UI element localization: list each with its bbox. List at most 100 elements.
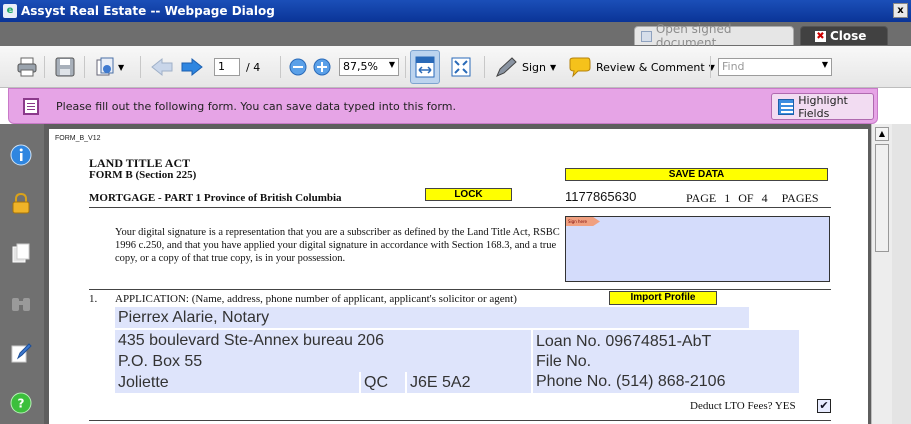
deduct-lto-label: Deduct LTO Fees? YES bbox=[690, 400, 796, 412]
city-field[interactable]: Joliette bbox=[115, 372, 359, 393]
banner-message: Please fill out the following form. You … bbox=[56, 100, 456, 113]
zoom-out-icon bbox=[289, 58, 307, 76]
mortgage-heading: MORTGAGE - PART 1 Province of British Co… bbox=[89, 192, 342, 204]
pages-icon[interactable] bbox=[10, 242, 32, 264]
chevron-down-icon: ▼ bbox=[118, 62, 125, 72]
chevron-down-icon: ▼ bbox=[550, 62, 557, 72]
document-icon bbox=[641, 30, 652, 42]
svg-text:?: ? bbox=[18, 397, 25, 411]
of-word: OF bbox=[738, 191, 754, 205]
window-close-button[interactable]: x bbox=[893, 3, 908, 18]
application-label: APPLICATION: (Name, address, phone numbe… bbox=[115, 293, 517, 305]
previous-page-button[interactable] bbox=[150, 54, 174, 80]
arrow-right-icon bbox=[181, 57, 203, 77]
chevron-down-icon: ▼ bbox=[388, 60, 395, 69]
highlight-fields-icon bbox=[778, 98, 795, 115]
save-data-button[interactable]: SAVE DATA bbox=[565, 168, 828, 181]
close-icon: ✖ bbox=[815, 30, 826, 42]
scroll-thumb[interactable] bbox=[875, 144, 889, 252]
form-subtitle: FORM B (Section 225) bbox=[89, 169, 197, 181]
phone-number-field[interactable]: Phone No. (514) 868-2106 bbox=[533, 372, 799, 393]
postal-code-field[interactable]: J6E 5A2 bbox=[407, 372, 531, 393]
edit-form-icon[interactable] bbox=[10, 342, 32, 364]
review-comment-button[interactable]: Review & Comment ▼ bbox=[568, 54, 715, 80]
find-input[interactable]: Find ▼ bbox=[718, 58, 832, 76]
toolbar-separator bbox=[44, 56, 45, 78]
save-icon bbox=[55, 57, 75, 77]
highlight-fields-button[interactable]: Highlight Fields bbox=[771, 93, 874, 120]
page-of-pages: PAGE 1 OF 4 PAGES bbox=[686, 191, 819, 206]
review-comment-label: Review & Comment bbox=[596, 60, 705, 74]
toolbar-separator bbox=[405, 56, 406, 78]
left-navigation-rail: ? bbox=[0, 124, 44, 424]
toolbar-separator bbox=[84, 56, 85, 78]
deduct-lto-checkbox[interactable]: ✔ bbox=[817, 399, 831, 413]
window-title: Assyst Real Estate -- Webpage Dialog bbox=[21, 4, 275, 18]
comment-icon bbox=[569, 57, 591, 78]
fit-width-icon bbox=[415, 56, 435, 78]
lock-button[interactable]: LOCK bbox=[425, 188, 512, 201]
chevron-down-icon: ▼ bbox=[821, 60, 828, 69]
applicant-name-field[interactable]: Pierrex Alarie, Notary bbox=[115, 307, 749, 328]
binoculars-icon[interactable] bbox=[10, 292, 32, 314]
lock-icon[interactable] bbox=[10, 192, 32, 214]
fit-page-icon bbox=[451, 57, 471, 77]
right-gutter bbox=[892, 124, 911, 424]
province-field[interactable]: QC bbox=[361, 372, 405, 393]
document-number: 1177865630 bbox=[565, 189, 637, 204]
pages-word: PAGES bbox=[781, 191, 819, 205]
page-number-input[interactable]: 1 bbox=[214, 58, 240, 76]
pdf-toolbar: ▼ 1 / 4 87,5% ▼ Sign ▼ Review & Comment … bbox=[0, 46, 911, 88]
highlight-fields-label: Highlight Fields bbox=[798, 93, 848, 120]
fit-width-button[interactable] bbox=[410, 50, 440, 84]
form-id: FORM_B_V12 bbox=[55, 135, 101, 142]
pen-icon bbox=[496, 57, 517, 77]
next-page-button[interactable] bbox=[180, 54, 204, 80]
find-placeholder: Find bbox=[722, 60, 745, 73]
signature-statement: Your digital signature is a representati… bbox=[115, 227, 560, 264]
zoom-in-button[interactable] bbox=[312, 54, 332, 80]
divider bbox=[89, 207, 831, 208]
toolbar-separator bbox=[140, 56, 141, 78]
info-icon[interactable] bbox=[10, 144, 32, 166]
app-icon: e bbox=[3, 4, 17, 18]
zoom-value: 87,5% bbox=[343, 60, 378, 73]
page-word: PAGE bbox=[686, 191, 717, 205]
open-signed-document-tab[interactable]: Open signed document bbox=[634, 22, 794, 50]
vertical-scrollbar[interactable]: ▲ bbox=[871, 124, 892, 424]
total-pages: 4 bbox=[761, 191, 768, 205]
divider bbox=[89, 289, 831, 290]
zoom-out-button[interactable] bbox=[288, 54, 308, 80]
form-fill-banner: Please fill out the following form. You … bbox=[8, 88, 878, 124]
zoom-in-icon bbox=[313, 58, 331, 76]
toolbar-separator bbox=[280, 56, 281, 78]
close-label: Close bbox=[830, 29, 867, 43]
toolbar-separator bbox=[484, 56, 485, 78]
zoom-select[interactable]: 87,5% ▼ bbox=[339, 58, 399, 76]
divider bbox=[89, 420, 831, 421]
sign-here-tag: Sign here bbox=[566, 217, 600, 226]
import-profile-button[interactable]: Import Profile bbox=[609, 291, 717, 305]
sign-button[interactable]: Sign ▼ bbox=[494, 54, 556, 80]
address-line1-field[interactable]: 435 boulevard Ste-Annex bureau 206 bbox=[115, 330, 531, 351]
printer-icon bbox=[17, 57, 37, 77]
arrow-left-icon bbox=[151, 57, 173, 77]
sign-label: Sign bbox=[522, 60, 546, 74]
address-line2-field[interactable]: P.O. Box 55 bbox=[115, 351, 531, 372]
save-button[interactable] bbox=[54, 54, 76, 80]
form-page: FORM_B_V12 LAND TITLE ACT FORM B (Sectio… bbox=[49, 129, 868, 424]
document-menu-button[interactable]: ▼ bbox=[94, 54, 124, 80]
page-number: 1 bbox=[724, 191, 731, 205]
form-document-icon bbox=[23, 98, 39, 115]
fit-page-button[interactable] bbox=[450, 54, 472, 80]
print-button[interactable] bbox=[16, 54, 38, 80]
loan-number-field[interactable]: Loan No. 09674851-AbT bbox=[533, 330, 799, 351]
window-titlebar: e Assyst Real Estate -- Webpage Dialog x bbox=[0, 0, 911, 22]
help-icon[interactable]: ? bbox=[10, 392, 32, 414]
section-number: 1. bbox=[89, 293, 98, 305]
close-button[interactable]: ✖ Close bbox=[800, 26, 888, 45]
document-stack-icon bbox=[96, 57, 114, 76]
scroll-up-arrow-icon[interactable]: ▲ bbox=[875, 127, 889, 141]
digital-signature-field[interactable]: Sign here bbox=[565, 216, 830, 282]
file-number-field[interactable]: File No. bbox=[533, 351, 799, 372]
